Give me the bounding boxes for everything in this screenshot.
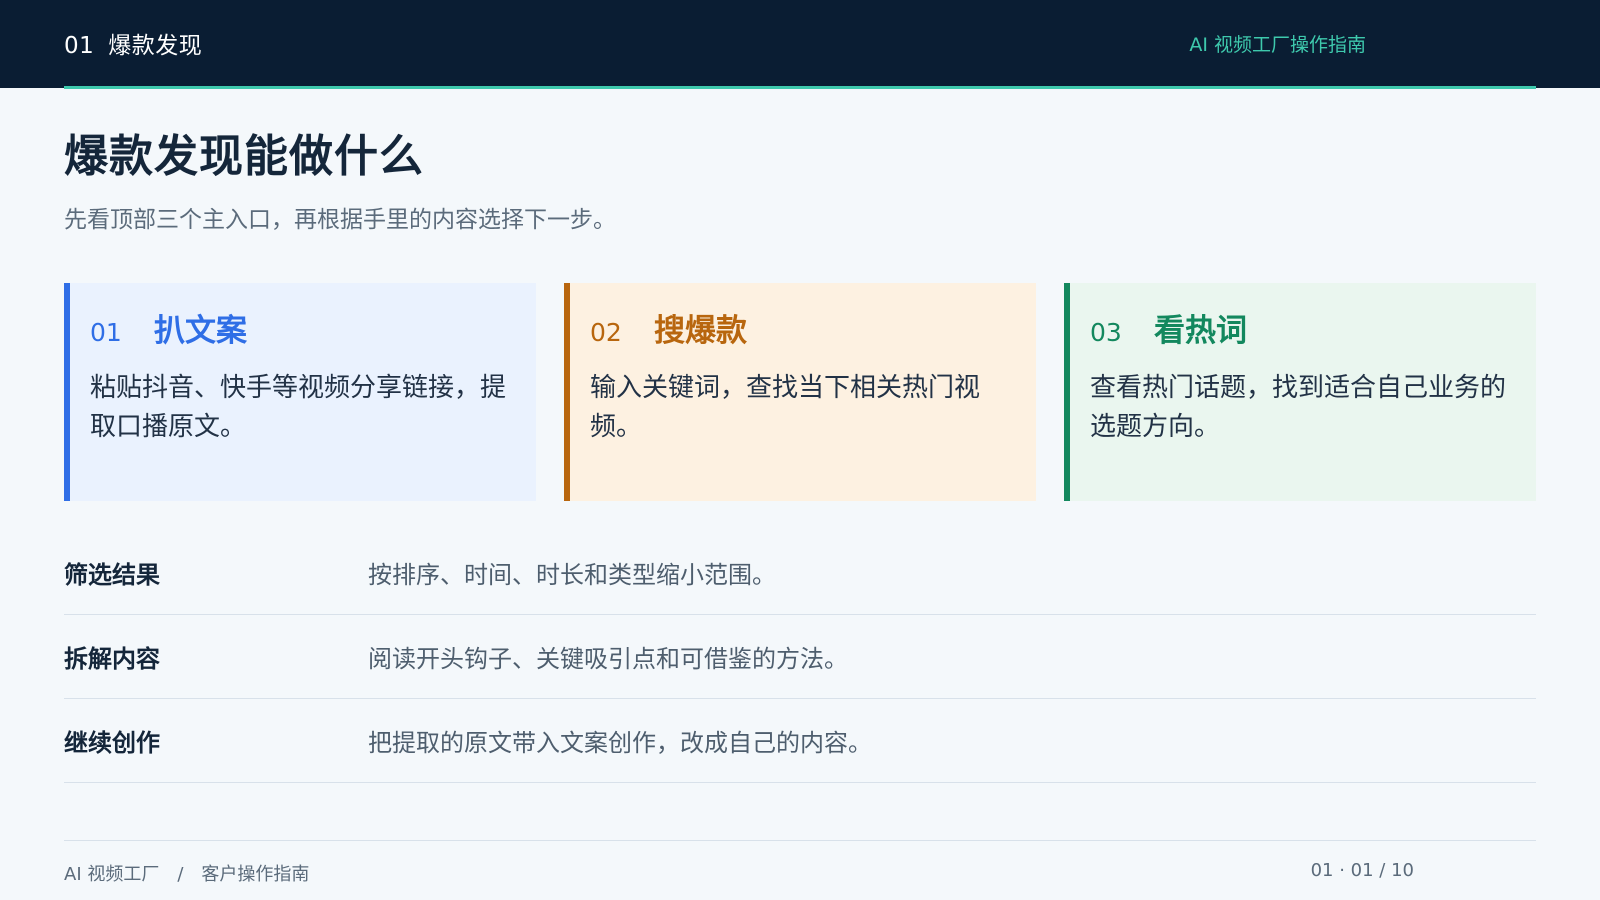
card-number: 03 (1090, 318, 1122, 347)
step-text: 按排序、时间、时长和类型缩小范围。 (368, 561, 776, 589)
guide-title: AI 视频工厂操作指南 (1189, 34, 1366, 56)
page-title: 爆款发现能做什么 (64, 131, 424, 182)
slide-page: 01 爆款发现 AI 视频工厂操作指南 爆款发现能做什么 先看顶部三个主入口，再根… (0, 0, 1600, 900)
list-item: 拆解内容 阅读开头钩子、关键吸引点和可借鉴的方法。 (64, 615, 1536, 699)
footer-breadcrumb: AI 视频工厂 / 客户操作指南 (64, 860, 309, 886)
entry-card-hot-words: 03 看热词 查看热门话题，找到适合自己业务的选题方向。 (1064, 283, 1536, 501)
page-indicator: 01 · 01 / 10 (1310, 860, 1414, 881)
card-header: 02 搜爆款 (590, 305, 1010, 349)
step-label: 筛选结果 (64, 561, 160, 589)
card-header: 03 看热词 (1090, 305, 1510, 349)
section-label: 01 爆款发现 (64, 26, 202, 60)
card-title: 看热词 (1154, 313, 1247, 349)
card-description: 查看热门话题，找到适合自己业务的选题方向。 (1090, 373, 1507, 442)
card-title: 扒文案 (154, 313, 247, 349)
entry-card-extract-script: 01 扒文案 粘贴抖音、快手等视频分享链接，提取口播原文。 (64, 283, 536, 501)
entry-cards: 01 扒文案 粘贴抖音、快手等视频分享链接，提取口播原文。 02 搜爆款 输入关… (64, 283, 1536, 501)
list-item: 继续创作 把提取的原文带入文案创作，改成自己的内容。 (64, 699, 1536, 783)
footer-separator: / (177, 864, 184, 885)
top-header-bar: 01 爆款发现 AI 视频工厂操作指南 (0, 0, 1600, 88)
page-subtitle: 先看顶部三个主入口，再根据手里的内容选择下一步。 (64, 207, 616, 233)
card-description: 粘贴抖音、快手等视频分享链接，提取口播原文。 (90, 373, 507, 442)
footer-brand: AI 视频工厂 (64, 864, 160, 885)
card-title: 搜爆款 (654, 313, 747, 349)
next-steps-list: 筛选结果 按排序、时间、时长和类型缩小范围。 拆解内容 阅读开头钩子、关键吸引点… (64, 531, 1536, 783)
footer-divider (64, 840, 1536, 841)
footer-doc-name: 客户操作指南 (201, 864, 310, 885)
step-label: 继续创作 (64, 729, 160, 757)
step-text: 把提取的原文带入文案创作，改成自己的内容。 (368, 729, 872, 757)
card-description: 输入关键词，查找当下相关热门视频。 (590, 373, 981, 442)
card-number: 01 (90, 318, 122, 347)
header-accent-line (64, 86, 1536, 89)
section-number: 01 (64, 33, 95, 59)
card-number: 02 (590, 318, 622, 347)
list-item: 筛选结果 按排序、时间、时长和类型缩小范围。 (64, 531, 1536, 615)
entry-card-search-hits: 02 搜爆款 输入关键词，查找当下相关热门视频。 (564, 283, 1036, 501)
step-label: 拆解内容 (64, 645, 160, 673)
step-text: 阅读开头钩子、关键吸引点和可借鉴的方法。 (368, 645, 848, 673)
card-header: 01 扒文案 (90, 305, 510, 349)
section-name: 爆款发现 (108, 33, 203, 59)
